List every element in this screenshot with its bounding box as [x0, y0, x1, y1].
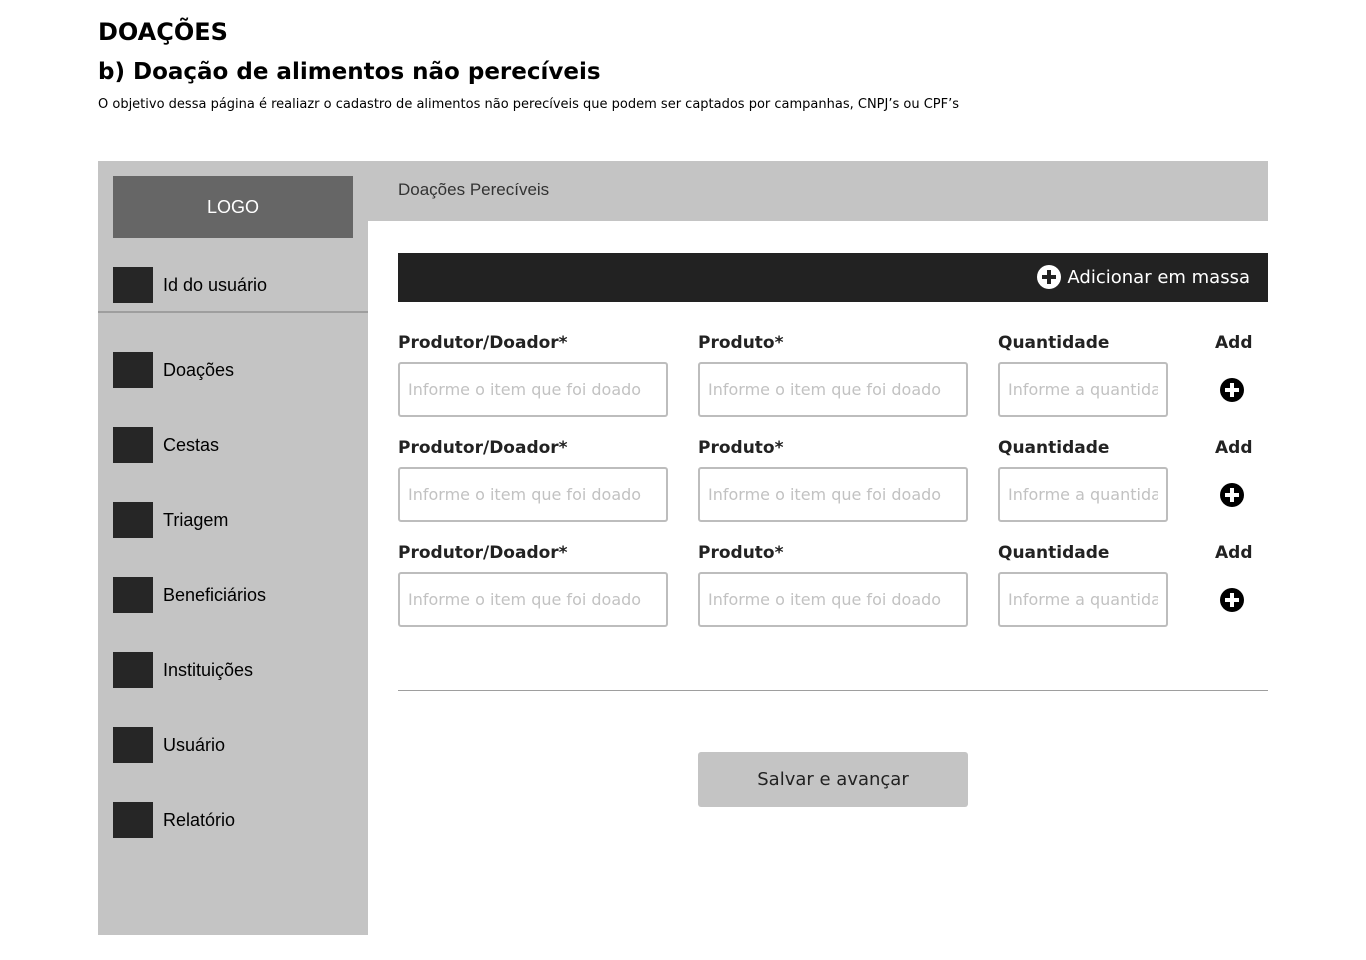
sidebar: LOGO Id do usuário Doações Cestas Triage…: [98, 161, 368, 935]
quantity-label: Quantidade: [998, 543, 1110, 563]
form-divider: [398, 690, 1268, 691]
sidebar-item-instituicoes[interactable]: Instituições: [113, 652, 253, 688]
content-header: Doações Perecíveis: [368, 161, 1268, 221]
producer-input[interactable]: [398, 362, 668, 417]
save-and-continue-button[interactable]: Salvar e avançar: [698, 752, 968, 807]
sidebar-item-label: Beneficiários: [163, 584, 267, 605]
page-description: O objetivo dessa página é realiazr o cad…: [98, 97, 960, 112]
quantity-label: Quantidade: [998, 438, 1110, 458]
action-bar: Adicionar em massa: [398, 253, 1268, 302]
product-input[interactable]: [698, 362, 968, 417]
quantity-label: Quantidade: [998, 333, 1110, 353]
product-label: Produto*: [698, 333, 784, 353]
doacoes-icon: [113, 352, 153, 388]
add-row-icon[interactable]: [1220, 378, 1244, 402]
product-label: Produto*: [698, 543, 784, 563]
add-label: Add: [1215, 543, 1253, 563]
plus-circle-icon: [1037, 265, 1062, 289]
producer-label: Produtor/Doador*: [398, 438, 568, 458]
sidebar-item-usuario[interactable]: Usuário: [113, 727, 225, 763]
sidebar-item-beneficiarios[interactable]: Beneficiários: [113, 577, 266, 613]
add-row-icon[interactable]: [1220, 483, 1244, 507]
sidebar-item-label: Instituições: [163, 659, 254, 680]
logo[interactable]: LOGO: [113, 176, 353, 238]
sidebar-item-triagem[interactable]: Triagem: [113, 502, 228, 538]
producer-input[interactable]: [398, 467, 668, 522]
product-input[interactable]: [698, 572, 968, 627]
sidebar-item-label: Cestas: [163, 434, 220, 455]
triagem-icon: [113, 502, 153, 538]
quantity-input[interactable]: [998, 572, 1168, 627]
sidebar-divider: [98, 311, 368, 313]
user-id[interactable]: Id do usuário: [113, 267, 267, 303]
cestas-icon: [113, 427, 153, 463]
page-subtitle: b) Doação de alimentos não perecíveis: [98, 59, 601, 85]
sidebar-item-label: Doações: [163, 359, 235, 380]
user-avatar-icon: [113, 267, 153, 303]
beneficiarios-icon: [113, 577, 153, 613]
page: DOAÇÕES b) Doação de alimentos não perec…: [0, 0, 1366, 960]
add-label: Add: [1215, 333, 1253, 353]
add-row-icon[interactable]: [1220, 588, 1244, 612]
producer-label: Produtor/Doador*: [398, 543, 568, 563]
quantity-input[interactable]: [998, 362, 1168, 417]
sidebar-item-relatorio[interactable]: Relatório: [113, 802, 235, 838]
mass-add-button[interactable]: Adicionar em massa: [1037, 265, 1250, 289]
sidebar-item-doacoes[interactable]: Doações: [113, 352, 234, 388]
user-id-label: Id do usuário: [163, 274, 268, 295]
page-title: DOAÇÕES: [98, 18, 228, 46]
product-input[interactable]: [698, 467, 968, 522]
usuario-icon: [113, 727, 153, 763]
content-title: Doações Perecíveis: [398, 180, 550, 199]
quantity-input[interactable]: [998, 467, 1168, 522]
add-label: Add: [1215, 438, 1253, 458]
producer-input[interactable]: [398, 572, 668, 627]
sidebar-item-label: Triagem: [163, 509, 229, 530]
sidebar-item-label: Usuário: [163, 734, 226, 755]
producer-label: Produtor/Doador*: [398, 333, 568, 353]
instituicoes-icon: [113, 652, 153, 688]
sidebar-item-cestas[interactable]: Cestas: [113, 427, 219, 463]
relatorio-icon: [113, 802, 153, 838]
mass-add-label: Adicionar em massa: [1067, 266, 1250, 288]
sidebar-item-label: Relatório: [163, 809, 236, 830]
product-label: Produto*: [698, 438, 784, 458]
